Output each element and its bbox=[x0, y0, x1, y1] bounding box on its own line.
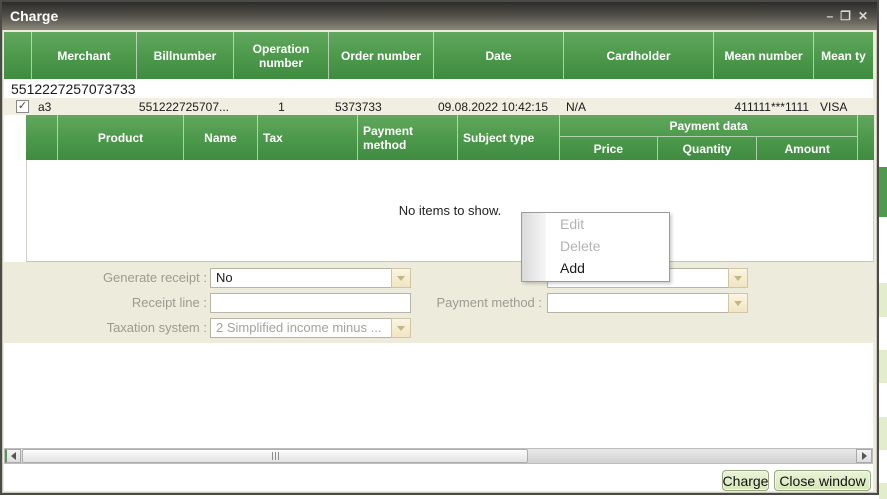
chevron-down-icon bbox=[397, 326, 405, 331]
horizontal-scrollbar-thumb[interactable] bbox=[22, 449, 528, 463]
generate-receipt-dropdown-button[interactable] bbox=[391, 268, 411, 288]
payment-method-dropdown-button[interactable] bbox=[728, 293, 748, 313]
header-payment-data: Payment data bbox=[560, 115, 857, 137]
taxation-system-combo[interactable]: 2 Simplified income minus ... bbox=[210, 318, 411, 338]
products-header-spacer-left bbox=[26, 115, 58, 160]
taxation-system-label: Taxation system : bbox=[4, 318, 207, 337]
products-header-scroll-spacer bbox=[858, 115, 874, 160]
charge-dialog: Charge – ❒ ✕ Merchant Billnumber Operati… bbox=[0, 0, 879, 495]
row-select-cell: ✓ bbox=[4, 98, 32, 115]
taxation-system-value[interactable]: 2 Simplified income minus ... bbox=[210, 318, 391, 338]
cell-date: 09.08.2022 10:42:15 bbox=[434, 98, 564, 115]
header-price[interactable]: Price bbox=[560, 137, 658, 160]
header-billnumber[interactable]: Billnumber bbox=[137, 32, 234, 79]
background-band bbox=[879, 483, 887, 499]
header-merchant[interactable]: Merchant bbox=[32, 32, 137, 79]
header-operation-number[interactable]: Operation number bbox=[234, 32, 329, 79]
header-payment-method[interactable]: Payment method bbox=[358, 115, 458, 160]
close-window-button[interactable]: Close window bbox=[774, 470, 871, 491]
menu-item-delete: Delete bbox=[522, 235, 669, 257]
receipt-line-label: Receipt line : bbox=[4, 293, 207, 312]
background-band bbox=[879, 350, 887, 383]
lower-blank-area bbox=[4, 343, 873, 448]
transactions-header-row: Merchant Billnumber Operation number Ord… bbox=[4, 32, 873, 79]
header-date[interactable]: Date bbox=[434, 32, 564, 79]
footer: Charge Close window bbox=[4, 464, 873, 491]
row-checkbox[interactable]: ✓ bbox=[16, 100, 29, 113]
header-mean-number[interactable]: Mean number bbox=[714, 32, 814, 79]
header-cardholder[interactable]: Cardholder bbox=[564, 32, 714, 79]
payment-method-combo[interactable] bbox=[547, 293, 748, 313]
header-subject-type[interactable]: Subject type bbox=[458, 115, 560, 160]
header-mean-type[interactable]: Mean ty bbox=[814, 32, 873, 79]
empty-message: No items to show. bbox=[399, 203, 502, 218]
background-page-strip bbox=[879, 0, 887, 499]
group-row: 5512227257073733 bbox=[4, 79, 873, 98]
screen: Charge – ❒ ✕ Merchant Billnumber Operati… bbox=[0, 0, 887, 499]
header-tax[interactable]: Tax bbox=[258, 115, 358, 160]
dialog-title: Charge bbox=[2, 8, 58, 24]
cell-mean-type: VISA bbox=[814, 98, 873, 115]
cell-order-number: 5373733 bbox=[329, 98, 434, 115]
window-controls: – ❒ ✕ bbox=[826, 9, 877, 23]
generate-receipt-value[interactable]: No bbox=[210, 268, 391, 288]
close-icon[interactable]: ✕ bbox=[858, 9, 868, 23]
background-green-block bbox=[879, 167, 887, 217]
menu-item-edit: Edit bbox=[522, 213, 669, 235]
header-amount[interactable]: Amount bbox=[757, 137, 857, 160]
charge-button[interactable]: Charge bbox=[722, 470, 769, 491]
chevron-down-icon bbox=[397, 276, 405, 281]
header-order-number[interactable]: Order number bbox=[329, 32, 434, 79]
products-empty-area: No items to show. bbox=[26, 160, 874, 262]
taxation-dropdown-button[interactable] bbox=[391, 318, 411, 338]
maximize-icon[interactable]: ❒ bbox=[840, 9, 851, 23]
cell-operation-number: 1 bbox=[234, 98, 329, 115]
header-select-column bbox=[4, 32, 32, 79]
products-header-row: Product Name Tax Payment method Subject … bbox=[26, 115, 874, 160]
arrow-right-icon bbox=[862, 452, 867, 460]
cell-cardholder: N/A bbox=[564, 98, 714, 115]
products-table: Product Name Tax Payment method Subject … bbox=[26, 115, 874, 262]
title-bar[interactable]: Charge – ❒ ✕ bbox=[2, 2, 877, 30]
chevron-down-icon bbox=[734, 276, 742, 281]
context-menu: Edit Delete Add bbox=[521, 212, 670, 282]
chevron-down-icon bbox=[734, 301, 742, 306]
header-name[interactable]: Name bbox=[184, 115, 258, 160]
subject-type-dropdown-button[interactable] bbox=[728, 268, 748, 288]
scrollbar-grip-icon bbox=[271, 447, 280, 465]
header-payment-data-group: Payment data Price Quantity Amount bbox=[560, 115, 858, 160]
payment-method-label: Payment method : bbox=[304, 293, 542, 312]
menu-item-add[interactable]: Add bbox=[522, 257, 669, 279]
transaction-row[interactable]: ✓ a3 551222725707... 1 5373733 09.08.202… bbox=[4, 98, 873, 115]
group-row-value: 5512227257073733 bbox=[11, 81, 136, 97]
generate-receipt-combo[interactable]: No bbox=[210, 268, 411, 288]
generate-receipt-label: Generate receipt : bbox=[4, 268, 207, 287]
header-quantity[interactable]: Quantity bbox=[658, 137, 758, 160]
background-band bbox=[879, 283, 887, 317]
cell-billnumber: 551222725707... bbox=[137, 98, 234, 115]
cell-mean-number: 411111***1111 bbox=[714, 98, 814, 115]
background-band bbox=[879, 417, 887, 450]
horizontal-scrollbar[interactable] bbox=[4, 448, 873, 464]
payment-method-value[interactable] bbox=[547, 293, 728, 313]
receipt-form: Generate receipt : No Receipt line : Tax… bbox=[4, 262, 873, 343]
cell-merchant: a3 bbox=[32, 98, 137, 115]
scroll-left-button[interactable] bbox=[5, 449, 21, 463]
scroll-right-button[interactable] bbox=[856, 449, 872, 463]
minimize-icon[interactable]: – bbox=[826, 9, 833, 23]
header-product[interactable]: Product bbox=[58, 115, 184, 160]
arrow-left-icon bbox=[11, 452, 16, 460]
